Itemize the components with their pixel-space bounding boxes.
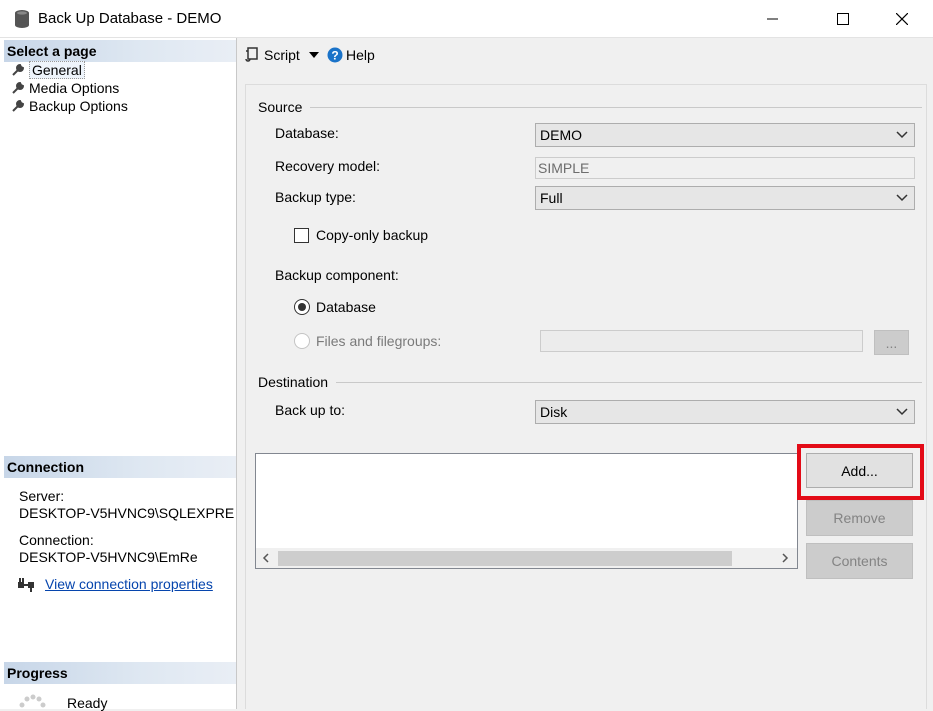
page-item-media-options[interactable]: Media Options	[11, 79, 119, 97]
right-pane: Script ? Help Source Database: DEMO Reco…	[237, 38, 933, 709]
recovery-model-field: SIMPLE	[535, 157, 915, 179]
page-item-general[interactable]: General	[11, 61, 85, 79]
radio-files-label[interactable]: Files and filegroups:	[316, 333, 441, 349]
backup-to-select[interactable]: Disk	[535, 400, 915, 424]
connection-value: DESKTOP-V5HVNC9\EmRe	[19, 549, 198, 565]
wrench-icon	[12, 63, 25, 76]
recovery-model-label: Recovery model:	[275, 158, 381, 174]
svg-text:?: ?	[331, 49, 338, 63]
page-item-backup-options[interactable]: Backup Options	[11, 97, 128, 115]
page-item-label: Backup Options	[29, 98, 128, 114]
maximize-button[interactable]	[820, 0, 866, 38]
help-button[interactable]: ? Help	[327, 47, 375, 63]
close-button[interactable]	[879, 0, 925, 38]
radio-files-filegroups[interactable]	[294, 333, 310, 349]
scroll-left-icon[interactable]	[262, 553, 270, 563]
script-label: Script	[264, 47, 300, 63]
backup-component-label: Backup component:	[275, 267, 399, 283]
database-label: Database:	[275, 125, 339, 141]
contents-button[interactable]: Contents	[806, 543, 913, 579]
page-item-label: Media Options	[29, 80, 120, 96]
connection-label: Connection:	[19, 532, 94, 548]
destination-divider	[336, 382, 922, 383]
wrench-icon	[12, 99, 25, 112]
chevron-down-icon	[896, 194, 908, 202]
files-filegroups-field	[540, 330, 863, 352]
progress-spinner-icon	[19, 694, 46, 708]
script-button[interactable]: Script	[245, 47, 319, 63]
source-group-title: Source	[258, 99, 311, 115]
close-icon	[896, 13, 908, 25]
connection-properties-icon	[18, 578, 34, 592]
chevron-down-icon	[896, 131, 908, 139]
help-icon: ?	[327, 47, 343, 63]
backup-type-value: Full	[540, 190, 563, 206]
title-bar: Back Up Database - DEMO	[0, 0, 933, 38]
view-connection-link[interactable]: View connection properties	[45, 576, 213, 592]
radio-database-label[interactable]: Database	[316, 299, 376, 315]
copy-only-checkbox[interactable]	[294, 228, 309, 243]
copy-only-label[interactable]: Copy-only backup	[316, 227, 428, 243]
toolbar: Script ? Help	[237, 38, 933, 74]
scrollbar-thumb[interactable]	[278, 551, 732, 566]
wrench-icon	[12, 81, 25, 94]
destination-group-title: Destination	[258, 374, 337, 390]
connection-header: Connection	[4, 456, 236, 478]
select-page-header: Select a page	[4, 40, 236, 62]
backup-to-label: Back up to:	[275, 402, 346, 418]
window-title: Back Up Database - DEMO	[38, 10, 222, 27]
script-icon	[245, 47, 258, 62]
backup-type-select[interactable]: Full	[535, 186, 915, 210]
minimize-icon	[767, 18, 778, 20]
server-label: Server:	[19, 488, 65, 504]
help-label: Help	[346, 47, 375, 63]
server-value: DESKTOP-V5HVNC9\SQLEXPRES	[19, 505, 235, 521]
database-icon	[15, 10, 29, 28]
left-pane: Select a page General Media Options Back…	[0, 38, 237, 711]
page-item-label: General	[29, 61, 85, 79]
database-value: DEMO	[540, 127, 582, 143]
backup-to-value: Disk	[540, 404, 568, 420]
source-divider	[306, 107, 922, 108]
add-destination-button[interactable]: Add...	[806, 453, 913, 488]
view-connection-properties[interactable]: View connection properties	[17, 576, 213, 592]
radio-database[interactable]	[294, 299, 310, 315]
scroll-right-icon[interactable]	[781, 553, 789, 563]
maximize-icon	[837, 13, 849, 25]
browse-files-button[interactable]: ...	[874, 330, 909, 355]
minimize-button[interactable]	[750, 0, 796, 38]
backup-type-label: Backup type:	[275, 189, 356, 205]
destination-list[interactable]	[255, 453, 798, 569]
remove-destination-button[interactable]: Remove	[806, 500, 913, 536]
dropdown-arrow-icon[interactable]	[308, 51, 319, 59]
chevron-down-icon	[896, 408, 908, 416]
horizontal-scrollbar[interactable]	[256, 548, 797, 568]
database-select[interactable]: DEMO	[535, 123, 915, 147]
progress-header: Progress	[4, 662, 236, 684]
general-page-content: Source Database: DEMO Recovery model: SI…	[245, 84, 927, 709]
